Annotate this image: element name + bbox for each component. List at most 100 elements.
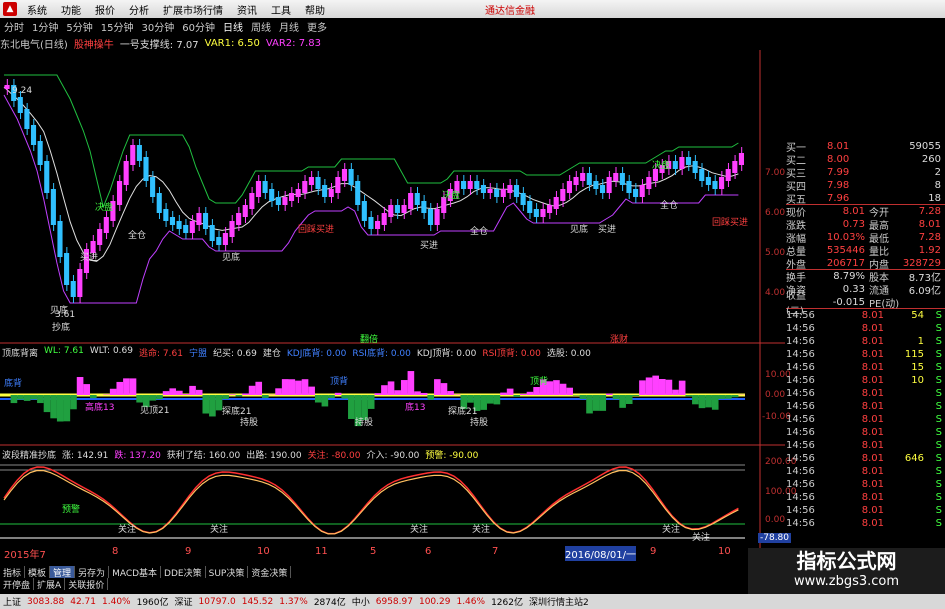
candle [487, 189, 493, 193]
tick-cell: S [935, 492, 942, 503]
tab-macd[interactable]: MACD基本 [109, 566, 162, 579]
histogram-bar [698, 395, 706, 409]
menu-item-function[interactable]: 功能 [54, 2, 88, 17]
candle [467, 181, 473, 189]
candle [738, 153, 744, 165]
bid-volume: 18 [928, 192, 941, 204]
tab-ext-a[interactable]: 扩展A [34, 578, 66, 591]
date-tick: 7 [492, 546, 499, 557]
tick-cell: 54 [911, 310, 924, 321]
stat-cell: 8.01 [842, 206, 865, 217]
stat-cell: 7.28 [918, 206, 941, 217]
candle [375, 221, 381, 229]
tf-30min[interactable]: 30分钟 [137, 19, 178, 34]
menu-item-quote[interactable]: 报价 [88, 2, 122, 17]
tab-dde[interactable]: DDE决策 [161, 566, 206, 579]
date-tick: 2015年7 [4, 550, 46, 561]
price-annotation: 买进 [80, 253, 99, 263]
menu-item-help[interactable]: 帮助 [298, 2, 332, 17]
candle [156, 193, 162, 213]
macd-label: 顶背 [530, 377, 549, 387]
date-tick: 11 [315, 546, 328, 557]
tab-manage[interactable]: 管理 [50, 566, 76, 579]
menu-item-extended-market[interactable]: 扩展市场行情 [156, 2, 230, 17]
tf-60min[interactable]: 60分钟 [178, 19, 219, 34]
candle [408, 193, 414, 209]
candle [308, 177, 314, 185]
candle [461, 181, 467, 189]
histogram-bar [533, 387, 540, 395]
candle [24, 109, 30, 129]
menu-item-analysis[interactable]: 分析 [122, 2, 156, 17]
tf-weekly[interactable]: 周线 [247, 19, 275, 34]
tab-save-as[interactable]: 另存为 [75, 566, 110, 579]
tick-cell: S [935, 362, 942, 373]
candle [30, 125, 37, 145]
histogram-bar [23, 395, 31, 401]
candle [183, 225, 189, 233]
histogram-bar [281, 379, 289, 395]
osc-tick: 0.00 [765, 515, 786, 525]
menu-item-tools[interactable]: 工具 [264, 2, 298, 17]
tick-cell: 14:56 [786, 362, 815, 373]
tick-cell: S [935, 310, 942, 321]
oscillator-panel[interactable] [0, 464, 745, 539]
histogram-bar [123, 378, 130, 395]
tf-monthly[interactable]: 月线 [275, 19, 303, 34]
histogram-bar [599, 395, 607, 411]
histogram-bar [17, 395, 24, 400]
candle [513, 185, 520, 197]
menu-item-system[interactable]: 系统 [20, 2, 54, 17]
tab-fund[interactable]: 资金决策 [248, 566, 292, 579]
tab-related-quote[interactable]: 关联报价 [65, 578, 109, 591]
histogram-bar [334, 392, 342, 395]
tab-template[interactable]: 模板 [25, 566, 51, 579]
price-annotation: 见底 [222, 253, 241, 263]
price-annotation: 决盘 [442, 191, 461, 201]
tick-cell: 8.01 [861, 323, 884, 334]
menu-item-news[interactable]: 资讯 [230, 2, 264, 17]
tf-1min[interactable]: 1分钟 [28, 19, 62, 34]
index-name: 深证 [174, 598, 193, 608]
histogram-bar [553, 380, 560, 395]
histogram-bar [209, 395, 216, 417]
macd-label: 持股 [470, 418, 489, 428]
histogram-bar [639, 380, 646, 395]
histogram-bar [579, 395, 587, 399]
price-annotation: 买进 [598, 225, 617, 235]
tick-row: 14:56 8.01 S [786, 387, 945, 400]
tick-cell: 14:56 [786, 375, 815, 386]
tick-row: 14:56 8.01 646 S [786, 452, 945, 465]
candle [540, 209, 546, 217]
chart-area[interactable] [0, 50, 785, 555]
candle [275, 197, 281, 205]
candle [527, 201, 533, 213]
tf-daily[interactable]: 日线 [219, 19, 247, 34]
tf-5min[interactable]: 5分钟 [62, 19, 96, 34]
tab-sup[interactable]: SUP决策 [206, 566, 249, 579]
osc-label: 关注 [410, 525, 429, 535]
tf-more[interactable]: 更多 [303, 19, 331, 34]
date-tick: 10 [718, 546, 731, 557]
date-axis: 2015年7 8 9 10 11 5 6 7 2016/08/01/一 9 10 [0, 546, 745, 561]
tf-intraday[interactable]: 分时 [0, 19, 28, 34]
tick-cell: S [935, 427, 942, 438]
candle [17, 97, 23, 113]
var1-value: VAR1: 6.50 [204, 37, 260, 49]
tab-indicator[interactable]: 指标 [0, 566, 26, 579]
field: 宁盟 [188, 349, 207, 359]
candle [302, 181, 308, 193]
price-panel[interactable] [3, 74, 744, 304]
candle [388, 205, 394, 217]
tick-cell: 8.01 [861, 310, 884, 321]
histogram-bar [374, 393, 382, 395]
candle [202, 213, 209, 229]
candle [573, 177, 579, 185]
tf-15min[interactable]: 15分钟 [97, 19, 138, 34]
tab-open-close[interactable]: 开停盘 [0, 578, 35, 591]
tick-list[interactable]: 14:56 8.01 54 S 14:56 8.01 S 14:56 8.01 1 S 14:56 8.… [786, 309, 945, 530]
tick-cell: 8.01 [861, 479, 884, 490]
date-tick: 2016/08/01/一 [565, 546, 637, 561]
candle [494, 189, 500, 197]
index-amount: 1960亿 [136, 598, 169, 608]
